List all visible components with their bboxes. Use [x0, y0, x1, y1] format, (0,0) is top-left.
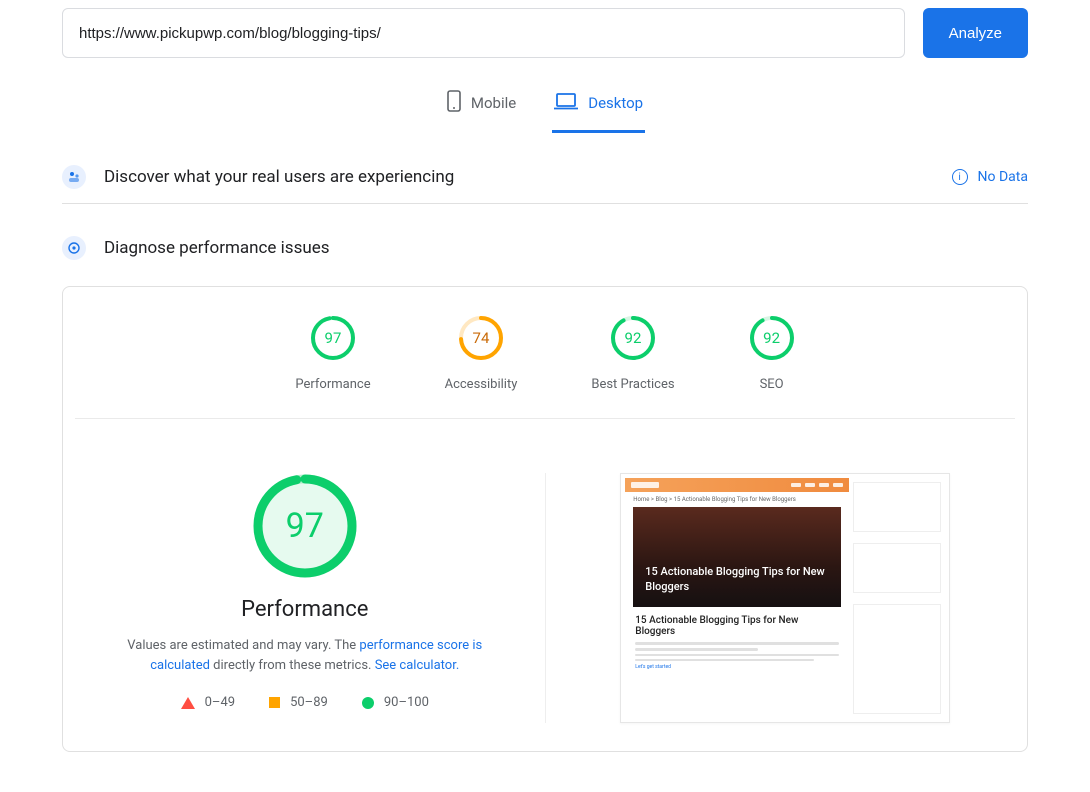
divider	[62, 203, 1028, 204]
gauge-seo-label: SEO	[760, 377, 784, 392]
legend-orange: 50–89	[269, 695, 328, 710]
gauge-best-practices-label: Best Practices	[591, 377, 674, 392]
gauge-row: 97 Performance 74 Accessibility 92	[75, 315, 1015, 419]
square-icon	[269, 697, 280, 708]
performance-big-gauge: 97	[252, 473, 358, 579]
score-legend: 0–49 50–89 90–100	[181, 695, 429, 710]
legend-red: 0–49	[181, 695, 235, 710]
users-icon	[62, 165, 86, 189]
gauge-accessibility-label: Accessibility	[445, 377, 518, 392]
screenshot-header	[625, 478, 849, 492]
no-data-link[interactable]: i No Data	[952, 169, 1028, 185]
discover-title: Discover what your real users are experi…	[104, 167, 454, 187]
no-data-label: No Data	[978, 169, 1028, 185]
gauge-best-practices-value: 92	[610, 315, 656, 361]
tab-desktop[interactable]: Desktop	[552, 80, 645, 133]
circle-icon	[362, 697, 374, 709]
legend-green: 90–100	[362, 695, 429, 710]
performance-detail: 97 Performance Values are estimated and …	[95, 473, 995, 723]
screenshot-article-title: 15 Actionable Blogging Tips for New Blog…	[625, 607, 849, 639]
section-diagnose: Diagnose performance issues	[62, 226, 1028, 264]
info-icon: i	[952, 169, 968, 185]
performance-desc: Values are estimated and may vary. The p…	[105, 636, 505, 675]
gauge-accessibility-value: 74	[458, 315, 504, 361]
device-tabs: Mobile Desktop	[20, 80, 1070, 133]
url-row: Analyze	[62, 8, 1028, 58]
gauge-performance-value: 97	[310, 315, 356, 361]
screenshot-breadcrumb: Home > Blog > 15 Actionable Blogging Tip…	[625, 492, 849, 507]
screenshot-hero: 15 Actionable Blogging Tips for New Blog…	[633, 507, 841, 607]
performance-title: Performance	[241, 597, 368, 622]
tab-desktop-label: Desktop	[588, 94, 643, 112]
analyze-button[interactable]: Analyze	[923, 8, 1028, 58]
performance-big-value: 97	[252, 473, 358, 579]
tab-mobile-label: Mobile	[471, 94, 516, 112]
diagnose-icon	[62, 236, 86, 260]
see-calculator-link[interactable]: See calculator.	[375, 658, 460, 673]
url-input[interactable]	[62, 8, 905, 58]
gauge-performance-label: Performance	[295, 377, 370, 392]
gauge-seo-value: 92	[749, 315, 795, 361]
results-card: 97 Performance 74 Accessibility 92	[62, 286, 1028, 752]
gauge-seo[interactable]: 92 SEO	[749, 315, 795, 392]
screenshot-link: Let's get started	[635, 664, 839, 670]
phone-icon	[447, 90, 461, 116]
laptop-icon	[554, 92, 578, 114]
gauge-best-practices[interactable]: 92 Best Practices	[591, 315, 674, 392]
gauge-accessibility[interactable]: 74 Accessibility	[445, 315, 518, 392]
tab-mobile[interactable]: Mobile	[445, 80, 518, 133]
page-screenshot: Home > Blog > 15 Actionable Blogging Tip…	[620, 473, 950, 723]
section-discover: Discover what your real users are experi…	[62, 155, 1028, 203]
gauge-performance[interactable]: 97 Performance	[295, 315, 370, 392]
triangle-icon	[181, 697, 195, 709]
diagnose-title: Diagnose performance issues	[104, 238, 330, 258]
